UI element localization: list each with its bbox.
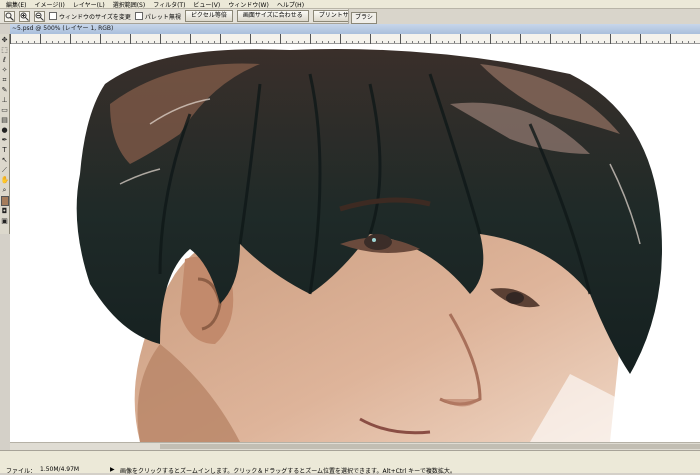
lasso-icon[interactable]: ℓ [1, 56, 9, 65]
ruler-major-tick [40, 34, 41, 44]
status-message: 画像をクリックするとズームインします。クリック＆ドラッグするとズーム位置を選択で… [120, 468, 456, 475]
ignore-palettes-checkbox[interactable]: パレット無視 [134, 12, 181, 21]
actual-pixels-button[interactable]: ピクセル等倍 [184, 10, 233, 22]
ruler-major-tick [10, 34, 11, 44]
palette-well: ブラシ [348, 9, 700, 24]
checkbox-box[interactable] [134, 12, 143, 20]
ruler-major-tick [550, 34, 551, 44]
gradient-icon[interactable]: ▤ [1, 116, 9, 125]
eyedropper-icon[interactable]: ⟋ [1, 166, 9, 175]
menu-select[interactable]: 選択範囲(S) [113, 0, 146, 9]
brush-palette-tab[interactable]: ブラシ [351, 12, 377, 24]
menu-window[interactable]: ウィンドウ(W) [228, 0, 269, 9]
ruler-major-tick [520, 34, 521, 44]
menu-edit[interactable]: 編集(E) [6, 0, 26, 9]
crop-icon[interactable]: ⌗ [1, 76, 9, 85]
pen-icon[interactable]: ✒ [1, 136, 9, 145]
scrollbar-thumb[interactable] [160, 444, 700, 449]
dodge-icon[interactable]: ● [1, 126, 9, 135]
marquee-icon[interactable]: ⬚ [1, 46, 9, 55]
ruler-major-tick [490, 34, 491, 44]
resize-windows-checkbox[interactable]: ウィンドウのサイズを変更 [49, 12, 131, 21]
magnifier-icon[interactable] [4, 10, 15, 22]
horizontal-ruler [10, 34, 700, 44]
resize-windows-label: ウィンドウのサイズを変更 [59, 13, 131, 21]
menu-bar: 編集(E) イメージ(I) レイヤー(L) 選択範囲(S) フィルタ(T) ビュ… [0, 0, 700, 9]
ruler-major-tick [580, 34, 581, 44]
ruler-major-tick [610, 34, 611, 44]
path-icon[interactable]: ↖ [1, 156, 9, 165]
menu-image[interactable]: イメージ(I) [34, 0, 64, 9]
status-bar: ファイル： 1.50M/4.97M ▶ 画像をクリックするとズームインします。ク… [0, 450, 700, 475]
quick-mask-icon[interactable]: ◘ [1, 207, 9, 216]
brush-icon[interactable]: ✎ [1, 86, 9, 95]
ruler-major-tick [340, 34, 341, 44]
ruler-major-tick [310, 34, 311, 44]
type-icon[interactable]: T [1, 146, 9, 155]
image-canvas[interactable] [10, 44, 700, 442]
checkbox-box[interactable] [49, 12, 57, 20]
document-title-bar[interactable]: ~5.psd @ 500% (レイヤー 1, RGB) [10, 24, 700, 34]
horizontal-scrollbar[interactable] [10, 442, 700, 450]
ruler-major-tick [460, 34, 461, 44]
menu-view[interactable]: ビュー(V) [193, 0, 220, 9]
ruler-major-tick [220, 34, 221, 44]
status-arrow-icon[interactable]: ▶ [110, 466, 115, 473]
menu-filter[interactable]: フィルタ(T) [153, 0, 185, 9]
ruler-major-tick [400, 34, 401, 44]
ruler-major-tick [100, 34, 101, 44]
menu-help[interactable]: ヘルプ(H) [277, 0, 304, 9]
ignore-palettes-label: パレット無視 [144, 13, 181, 21]
file-size-label: ファイル： [6, 468, 37, 475]
zoom-icon[interactable]: ⌕ [1, 186, 9, 195]
fit-screen-button[interactable]: 画面サイズに合わせる [236, 10, 309, 22]
zoom-out-icon[interactable] [34, 10, 45, 22]
painted-portrait-image [76, 49, 700, 442]
wand-icon[interactable]: ✧ [1, 66, 9, 75]
foreground-color-swatch[interactable] [0, 196, 9, 206]
zoom-in-icon[interactable] [19, 10, 30, 22]
menu-layer[interactable]: レイヤー(L) [73, 0, 105, 9]
ruler-major-tick [190, 34, 191, 44]
ruler-major-tick [160, 34, 161, 44]
file-size-value: 1.50M/4.97M [40, 466, 80, 473]
ruler-major-tick [670, 34, 671, 44]
ruler-major-tick [430, 34, 431, 44]
ruler-major-tick [250, 34, 251, 44]
stamp-icon[interactable]: ⊥ [1, 96, 9, 105]
toolbox: ✥ ⬚ ℓ ✧ ⌗ ✎ ⊥ ▭ ▤ ● ✒ T ↖ ⟋ ✋ ⌕ ◘ ▣ [0, 34, 10, 234]
ruler-major-tick [640, 34, 641, 44]
ruler-major-tick [70, 34, 71, 44]
ruler-major-tick [280, 34, 281, 44]
screen-mode-icon[interactable]: ▣ [1, 217, 9, 226]
ruler-major-tick [130, 34, 131, 44]
hand-icon[interactable]: ✋ [1, 176, 10, 185]
eraser-icon[interactable]: ▭ [1, 106, 9, 115]
move-icon[interactable]: ✥ [1, 36, 9, 45]
ruler-major-tick [370, 34, 371, 44]
